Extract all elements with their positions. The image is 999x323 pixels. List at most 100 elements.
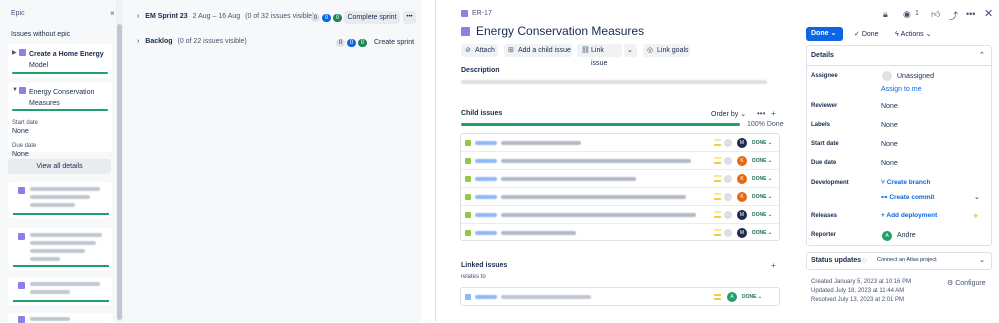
description-content[interactable]	[461, 79, 769, 85]
assign-to-me-link[interactable]: Assign to me	[881, 86, 921, 93]
backlog-row[interactable]: › Backlog (0 of 22 issues visible)	[137, 38, 247, 45]
chevron-down-icon[interactable]: ▼	[12, 87, 18, 93]
assignee-value[interactable]: Unassigned	[897, 73, 934, 80]
complete-sprint-button[interactable]: Complete sprint	[344, 11, 400, 24]
table-row[interactable]: M DONE ⌄	[461, 224, 779, 242]
epic-panel-scrollbar[interactable]	[116, 0, 123, 322]
status-badge: DONE ⌄	[752, 230, 773, 236]
backlog-issue-count: (0 of 22 issues visible)	[177, 38, 247, 45]
table-row[interactable]: M DONE ⌄	[461, 206, 779, 224]
backlog-name: Backlog	[145, 38, 173, 45]
child-issues-label: Child issues	[461, 110, 503, 117]
status-badge: DONE ⌄	[752, 158, 773, 164]
table-row[interactable]: M DONE ⌄	[461, 134, 779, 152]
paperclip-icon: ⊘	[465, 47, 471, 54]
issue-title[interactable]: Energy Conservation Measures	[476, 24, 644, 38]
lock-icon[interactable]: 🔒︎	[883, 9, 888, 20]
child-issues-table: M DONE ⌄ K DONE ⌄ K DONE ⌄ K DONE ⌄ M DONE ⌄ …	[460, 133, 780, 241]
due-date-value: None	[12, 151, 29, 158]
due-date-label: Due date	[811, 160, 837, 166]
thumbs-up-icon[interactable]: 👍︎	[931, 9, 940, 20]
create-commit-link[interactable]: ⊶ Create commit	[881, 193, 934, 201]
done-count-badge: 0	[358, 39, 367, 47]
details-header[interactable]: Details	[811, 52, 834, 59]
atlas-icon: ◌	[862, 256, 867, 265]
sprint-name: EM Sprint 23	[145, 13, 188, 20]
avatar: A	[727, 292, 737, 302]
watch-count: 1	[915, 10, 919, 17]
attach-button[interactable]: ⊘ Attach	[461, 44, 498, 57]
blurred-epic-card[interactable]	[8, 228, 112, 270]
epic-progress-bar	[12, 109, 108, 111]
sprint-issue-count: (0 of 32 issues visible)	[245, 13, 315, 20]
priority-icon	[714, 294, 721, 300]
chevron-down-icon: ⌄	[740, 111, 747, 118]
start-date-label: Start date	[12, 120, 39, 126]
table-row[interactable]: K DONE ⌄	[461, 188, 779, 206]
chevron-right-icon[interactable]: ▶	[12, 49, 17, 56]
chevron-up-icon[interactable]: ⌃	[979, 51, 985, 59]
status-updates-label: Status updates	[811, 257, 862, 264]
issues-without-epic[interactable]: Issues without epic	[11, 31, 70, 38]
child-issue-icon: ⊞	[508, 47, 514, 54]
sprint-more-button[interactable]: •••	[403, 11, 416, 24]
link-goals-button[interactable]: ◎ Link goals	[643, 44, 690, 57]
link-issue-dropdown[interactable]: ⌄	[624, 44, 637, 57]
create-branch-link[interactable]: ⑂ Create branch	[881, 179, 930, 186]
priority-icon	[714, 193, 721, 200]
chevron-down-icon[interactable]: ⌄	[979, 256, 985, 264]
labels-value[interactable]: None	[881, 122, 898, 129]
panel-divider[interactable]	[421, 0, 436, 322]
chevron-right-icon[interactable]: ›	[137, 13, 139, 20]
done-count-badge: 0	[333, 14, 342, 22]
add-icon[interactable]: +	[771, 261, 776, 270]
chevron-right-icon[interactable]: ›	[137, 38, 139, 45]
epic-icon	[19, 49, 26, 56]
table-row[interactable]: K DONE ⌄	[461, 170, 779, 188]
blurred-epic-card[interactable]	[8, 313, 112, 323]
sprint-row[interactable]: › EM Sprint 23 2 Aug – 16 Aug (0 of 32 i…	[137, 13, 314, 20]
reviewer-value[interactable]: None	[881, 103, 898, 110]
epic-card-home-energy[interactable]: ▶ Create a Home Energy Model	[8, 44, 112, 78]
chevron-down-icon: ⌄	[627, 47, 633, 54]
status-dropdown-button[interactable]: Done ⌄	[806, 27, 843, 41]
close-icon[interactable]: ×	[110, 9, 115, 18]
configure-button[interactable]: ⚙ Configure	[947, 279, 986, 287]
table-row[interactable]: K DONE ⌄	[461, 152, 779, 170]
due-date-value[interactable]: None	[881, 160, 898, 167]
create-sprint-button[interactable]: Create sprint	[370, 36, 418, 49]
blurred-epic-card[interactable]	[8, 182, 112, 218]
watch-icon[interactable]: ◉	[903, 9, 911, 20]
reporter-value[interactable]: Andre	[897, 232, 916, 239]
avatar: M	[737, 138, 747, 148]
close-icon[interactable]: ✕	[984, 7, 993, 20]
add-child-issue-button[interactable]: ⊞ Add a child issue	[504, 44, 572, 57]
blurred-epic-card[interactable]	[8, 277, 112, 305]
avatar: K	[737, 156, 747, 166]
sparkle-icon[interactable]: ✦	[972, 211, 980, 222]
share-icon[interactable]: ⤴	[949, 9, 958, 22]
actions-button[interactable]: ϟ Actions ⌄	[895, 30, 931, 38]
assignee-label: Assignee	[811, 73, 838, 79]
avatar: A	[882, 231, 892, 241]
epic-panel: Epic × Issues without epic ▶ Create a Ho…	[0, 0, 123, 323]
goal-icon: ◎	[647, 47, 654, 54]
status-badge: DONE ⌄	[742, 294, 763, 300]
epic-card-energy-conservation[interactable]: ▼ Energy Conservation Measures	[8, 82, 112, 152]
start-date-value[interactable]: None	[881, 141, 898, 148]
link-issue-button[interactable]: ⛓ Link issue	[577, 44, 622, 67]
breadcrumb-issue-key[interactable]: ER-17	[472, 10, 492, 17]
order-by-dropdown[interactable]: Order by ⌄	[711, 110, 746, 118]
epic-icon	[461, 10, 468, 17]
due-date-label: Due date	[12, 143, 37, 149]
labels-label: Labels	[811, 122, 831, 128]
more-icon[interactable]: •••	[757, 109, 765, 118]
view-all-details-button[interactable]: View all details	[8, 159, 111, 174]
connect-atlas-link[interactable]: Connect an Atlas project	[877, 257, 937, 263]
more-icon[interactable]: •••	[966, 9, 975, 19]
add-deployment-link[interactable]: + Add deployment	[881, 212, 937, 219]
linked-issue-row[interactable]: A DONE ⌄	[460, 287, 780, 306]
chevron-down-icon[interactable]: ⌄	[974, 193, 980, 201]
add-icon[interactable]: +	[771, 109, 776, 118]
inprogress-count-badge: 0	[322, 14, 331, 22]
